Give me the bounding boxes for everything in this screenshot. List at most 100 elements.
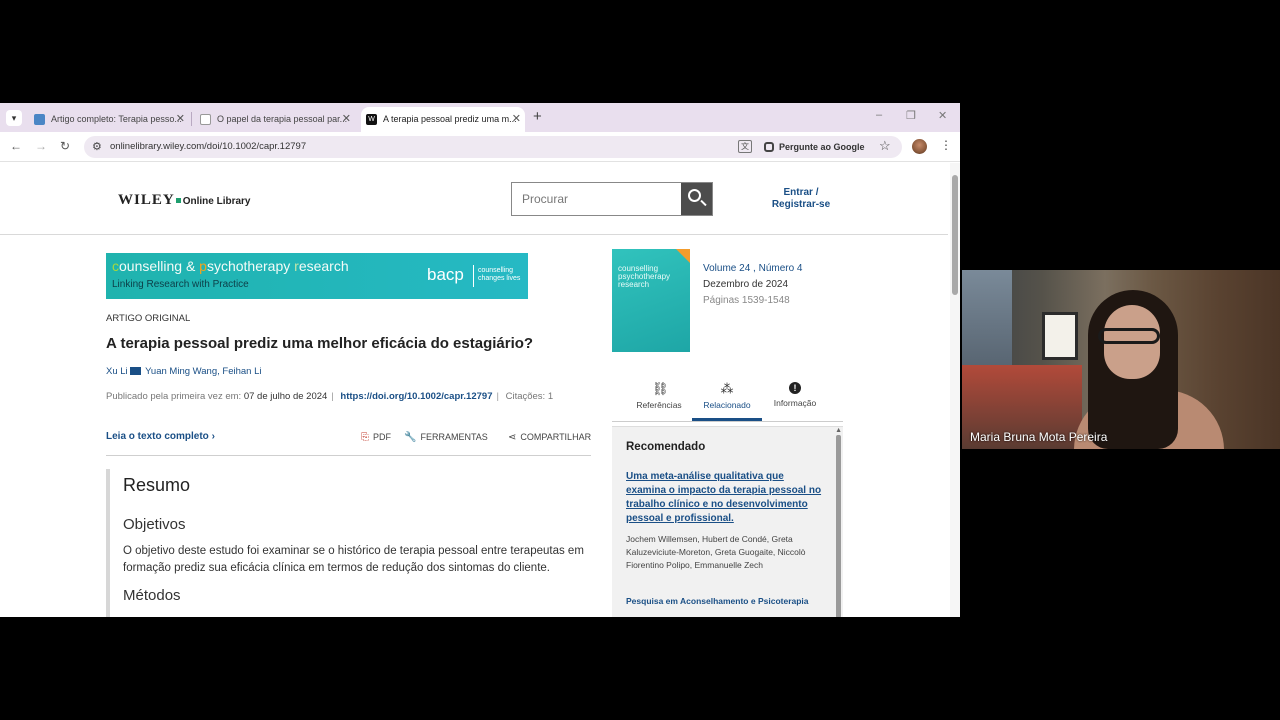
citations-count[interactable]: Citações: 1: [506, 391, 554, 402]
journal-banner[interactable]: counselling & psychotherapy research Lin…: [106, 253, 528, 299]
recommended-heading: Recomendado: [626, 441, 706, 453]
wall-sign: [1042, 312, 1078, 360]
read-full-text-link[interactable]: Leia o texto completo ›: [106, 431, 215, 442]
side-tabs: ⛓ Referências ⁂ Relacionado ! Informação: [612, 379, 843, 422]
volume-link[interactable]: Volume 24 , Número 4: [703, 261, 803, 277]
pdf-icon: ⎘: [361, 432, 369, 443]
forward-button[interactable]: →: [35, 139, 47, 153]
email-icon[interactable]: [129, 367, 141, 375]
page-scrollbar[interactable]: [950, 163, 960, 617]
scroll-up-icon[interactable]: ▲: [835, 427, 842, 434]
translate-icon[interactable]: 文: [738, 140, 752, 153]
objectives-heading: Objetivos: [123, 516, 186, 533]
author-link[interactable]: Feihan Li: [222, 366, 261, 377]
tab-related[interactable]: ⁂ Relacionado: [692, 379, 762, 421]
tab-2[interactable]: O papel da terapia pessoal par... ✕: [195, 107, 355, 132]
author-list: Xu Li Yuan Ming Wang, Feihan Li: [106, 366, 262, 377]
close-icon[interactable]: ✕: [342, 107, 351, 132]
divider: [106, 455, 591, 456]
article-type: ARTIGO ORIGINAL: [106, 313, 191, 324]
logo-text: WILEY: [118, 192, 175, 208]
screen: ▾ Artigo completo: Terapia pesso... ✕ O …: [0, 0, 1280, 720]
close-window-button[interactable]: ✕: [938, 109, 947, 122]
tab-strip: ▾ Artigo completo: Terapia pesso... ✕ O …: [0, 103, 960, 132]
google-lens-icon: [764, 142, 774, 152]
related-icon: ⁂: [720, 381, 734, 396]
restore-button[interactable]: ❐: [906, 109, 916, 122]
logo-dot: [175, 198, 181, 203]
wiley-favicon: W: [366, 114, 377, 125]
browser-toolbar: ← → ↻ ⚙ onlinelibrary.wiley.com/doi/10.1…: [0, 132, 960, 162]
ask-google-button[interactable]: Pergunte ao Google: [761, 138, 871, 156]
tab-references[interactable]: ⛓ Referências: [624, 379, 694, 421]
site-header: WILEY Online Library Procurar Entrar / Re…: [0, 163, 948, 235]
issue-info: Volume 24 , Número 4 Dezembro de 2024 Pá…: [703, 261, 803, 309]
close-icon[interactable]: ✕: [176, 107, 185, 132]
new-tab-button[interactable]: +: [533, 108, 542, 125]
tools-button[interactable]: 🔧 FERRAMENTAS: [404, 432, 488, 443]
video-tile: Maria Bruna Mota Pereira: [962, 270, 1280, 449]
profile-avatar[interactable]: [912, 139, 927, 154]
cover-ribbon: [676, 249, 690, 263]
search-icon-handle: [700, 199, 707, 207]
browser-menu-icon[interactable]: ⋮: [940, 138, 952, 152]
tab-3-active[interactable]: W A terapia pessoal prediz uma m... ✕: [361, 107, 525, 132]
address-bar[interactable]: ⚙ onlinelibrary.wiley.com/doi/10.1002/ca…: [84, 136, 902, 158]
site-info-icon[interactable]: ⚙: [92, 140, 102, 153]
ask-google-label: Pergunte ao Google: [779, 142, 865, 152]
bookmark-star-icon[interactable]: ☆: [879, 138, 891, 154]
tab-information[interactable]: ! Informação: [760, 379, 830, 421]
pdf-button[interactable]: ⎘ PDF: [361, 432, 391, 443]
scrollbar-thumb[interactable]: [952, 175, 958, 295]
tab-search-button[interactable]: ▾: [6, 110, 22, 126]
panel-scrollbar[interactable]: [836, 435, 841, 617]
banner-divider: [473, 265, 474, 287]
search-input[interactable]: Procurar: [511, 182, 713, 216]
journal-title: counselling & psychotherapy research: [112, 258, 349, 274]
issue-date: Dezembro de 2024: [703, 279, 789, 290]
logo-sub: Online Library: [182, 196, 251, 207]
tab-label: Informação: [773, 398, 817, 408]
author-link[interactable]: Yuan Ming Wang: [145, 366, 217, 377]
journal-cover[interactable]: counselling psychotherapy research: [612, 249, 690, 352]
tab-label: Relacionado: [703, 400, 751, 410]
share-button[interactable]: ⋖ COMPARTILHAR: [508, 432, 591, 443]
author-link[interactable]: Xu Li: [106, 366, 128, 377]
search-placeholder: Procurar: [522, 192, 569, 206]
tab-1[interactable]: Artigo completo: Terapia pesso... ✕: [29, 107, 189, 132]
abstract-heading: Resumo: [123, 475, 191, 495]
link-icon: ⛓: [652, 381, 669, 396]
doi-link[interactable]: https://doi.org/10.1002/capr.12797: [340, 391, 492, 402]
recommended-article-link[interactable]: Uma meta-análise qualitativa que examina…: [626, 470, 826, 526]
cover-title: counselling psychotherapy research: [618, 264, 671, 289]
participant-name: Maria Bruna Mota Pereira: [970, 430, 1108, 444]
search-button[interactable]: [681, 183, 712, 215]
recommended-journal-link[interactable]: Pesquisa em Aconselhamento e Psicoterapi…: [626, 595, 826, 607]
tab-title: A terapia pessoal prediz uma m...: [383, 114, 517, 124]
methods-heading: Métodos: [123, 587, 181, 604]
published-date: 07 de julho de 2024: [243, 391, 328, 402]
glasses: [1098, 328, 1160, 344]
objectives-text: O objetivo deste estudo foi examinar se …: [123, 545, 584, 574]
url-text: onlinelibrary.wiley.com/doi/10.1002/capr…: [110, 141, 307, 152]
close-icon[interactable]: ✕: [512, 107, 521, 132]
browser-window: ▾ Artigo completo: Terapia pesso... ✕ O …: [0, 103, 960, 617]
tab-title: O papel da terapia pessoal par...: [217, 114, 348, 124]
back-button[interactable]: ←: [10, 139, 22, 153]
reload-button[interactable]: ↻: [60, 139, 70, 153]
bacp-logo: bacp: [427, 265, 464, 284]
login-link[interactable]: Entrar / Registrar-se: [765, 187, 837, 211]
issue-pages: Páginas 1539-1548: [703, 295, 790, 306]
article-title: A terapia pessoal prediz uma melhor efic…: [106, 335, 534, 352]
page-viewport: WILEY Online Library Procurar Entrar / Re…: [0, 163, 960, 617]
tab-title: Artigo completo: Terapia pesso...: [51, 114, 182, 124]
recommended-authors: Jochem Willemsen, Hubert de Condé, Greta…: [626, 534, 806, 570]
tab-label: Referências: [636, 400, 682, 410]
bacp-tagline: counselling changes lives: [478, 267, 521, 282]
share-icon: ⋖: [508, 432, 517, 443]
info-icon: !: [789, 382, 801, 394]
publication-info: Publicado pela primeira vez em: 07 de ju…: [106, 391, 554, 402]
search-icon: [688, 189, 701, 202]
wiley-logo[interactable]: WILEY Online Library: [118, 192, 250, 209]
minimize-button[interactable]: –: [876, 109, 882, 121]
